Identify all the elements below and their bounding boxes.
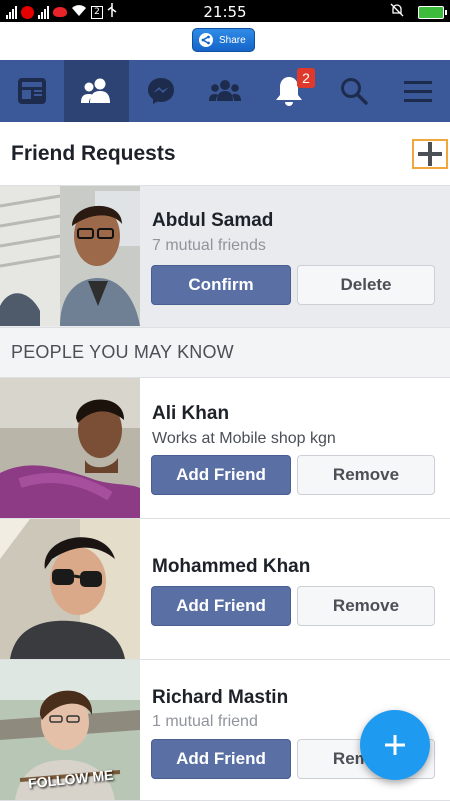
friend-requests-icon bbox=[81, 78, 111, 103]
add-friend-button[interactable]: Add Friend bbox=[151, 586, 291, 626]
profile-photo-abdul-samad[interactable] bbox=[0, 186, 140, 326]
top-nav-bar: 2 bbox=[0, 60, 450, 122]
groups-icon bbox=[208, 80, 241, 101]
notifications-badge: 2 bbox=[297, 68, 315, 88]
status-icons-right bbox=[390, 3, 447, 21]
request-name[interactable]: Abdul Samad bbox=[152, 210, 273, 232]
search-icon bbox=[340, 78, 368, 105]
status-bar: 2 21:55 bbox=[0, 0, 450, 22]
suggestion-card: Mohammed Khan Add Friend Remove bbox=[0, 519, 450, 660]
suggestion-subtitle: Works at Mobile shop kgn bbox=[152, 430, 336, 447]
nav-menu[interactable] bbox=[386, 60, 450, 122]
friend-request-card: Abdul Samad 7 mutual friends Confirm Del… bbox=[0, 186, 450, 328]
mute-icon bbox=[390, 3, 404, 21]
messenger-icon bbox=[147, 78, 174, 104]
suggestion-name[interactable]: Richard Mastin bbox=[152, 687, 288, 709]
share-label: Share bbox=[219, 34, 246, 46]
plus-icon bbox=[418, 142, 442, 166]
suggestion-card: Ali Khan Works at Mobile shop kgn Add Fr… bbox=[0, 378, 450, 519]
nav-news-feed[interactable] bbox=[0, 60, 64, 122]
add-friend-button[interactable]: Add Friend bbox=[151, 739, 291, 779]
delete-button[interactable]: Delete bbox=[297, 265, 435, 305]
share-strip: Share bbox=[0, 22, 450, 60]
nav-groups[interactable] bbox=[193, 60, 257, 122]
confirm-button[interactable]: Confirm bbox=[151, 265, 291, 305]
nav-messenger[interactable] bbox=[129, 60, 193, 122]
request-mutual-friends: 7 mutual friends bbox=[152, 237, 266, 254]
add-friend-button[interactable]: Add Friend bbox=[151, 455, 291, 495]
plus-icon bbox=[385, 735, 405, 755]
profile-photo-mohammed-khan[interactable] bbox=[0, 519, 140, 659]
add-button[interactable] bbox=[412, 139, 448, 169]
menu-icon bbox=[403, 81, 432, 102]
share-icon bbox=[199, 33, 213, 47]
friend-requests-header: Friend Requests bbox=[0, 122, 450, 186]
suggestion-name[interactable]: Ali Khan bbox=[152, 403, 229, 425]
compose-fab[interactable] bbox=[360, 710, 430, 780]
people-you-may-know-header: PEOPLE YOU MAY KNOW bbox=[0, 328, 450, 378]
page-title: Friend Requests bbox=[11, 142, 176, 165]
profile-photo-richard-mastin[interactable]: FOLLOW ME bbox=[0, 660, 140, 800]
profile-photo-ali-khan[interactable] bbox=[0, 378, 140, 518]
suggestion-mutual-friends: 1 mutual friend bbox=[152, 713, 258, 730]
news-feed-icon bbox=[18, 78, 47, 104]
nav-friend-requests[interactable] bbox=[64, 60, 129, 122]
section-title: PEOPLE YOU MAY KNOW bbox=[11, 342, 234, 362]
battery-icon bbox=[418, 5, 447, 19]
status-time: 21:55 bbox=[203, 3, 247, 21]
remove-button[interactable]: Remove bbox=[297, 586, 435, 626]
suggestion-name[interactable]: Mohammed Khan bbox=[152, 556, 310, 578]
remove-button[interactable]: Remove bbox=[297, 455, 435, 495]
nav-search[interactable] bbox=[321, 60, 385, 122]
share-button[interactable]: Share bbox=[192, 28, 255, 52]
